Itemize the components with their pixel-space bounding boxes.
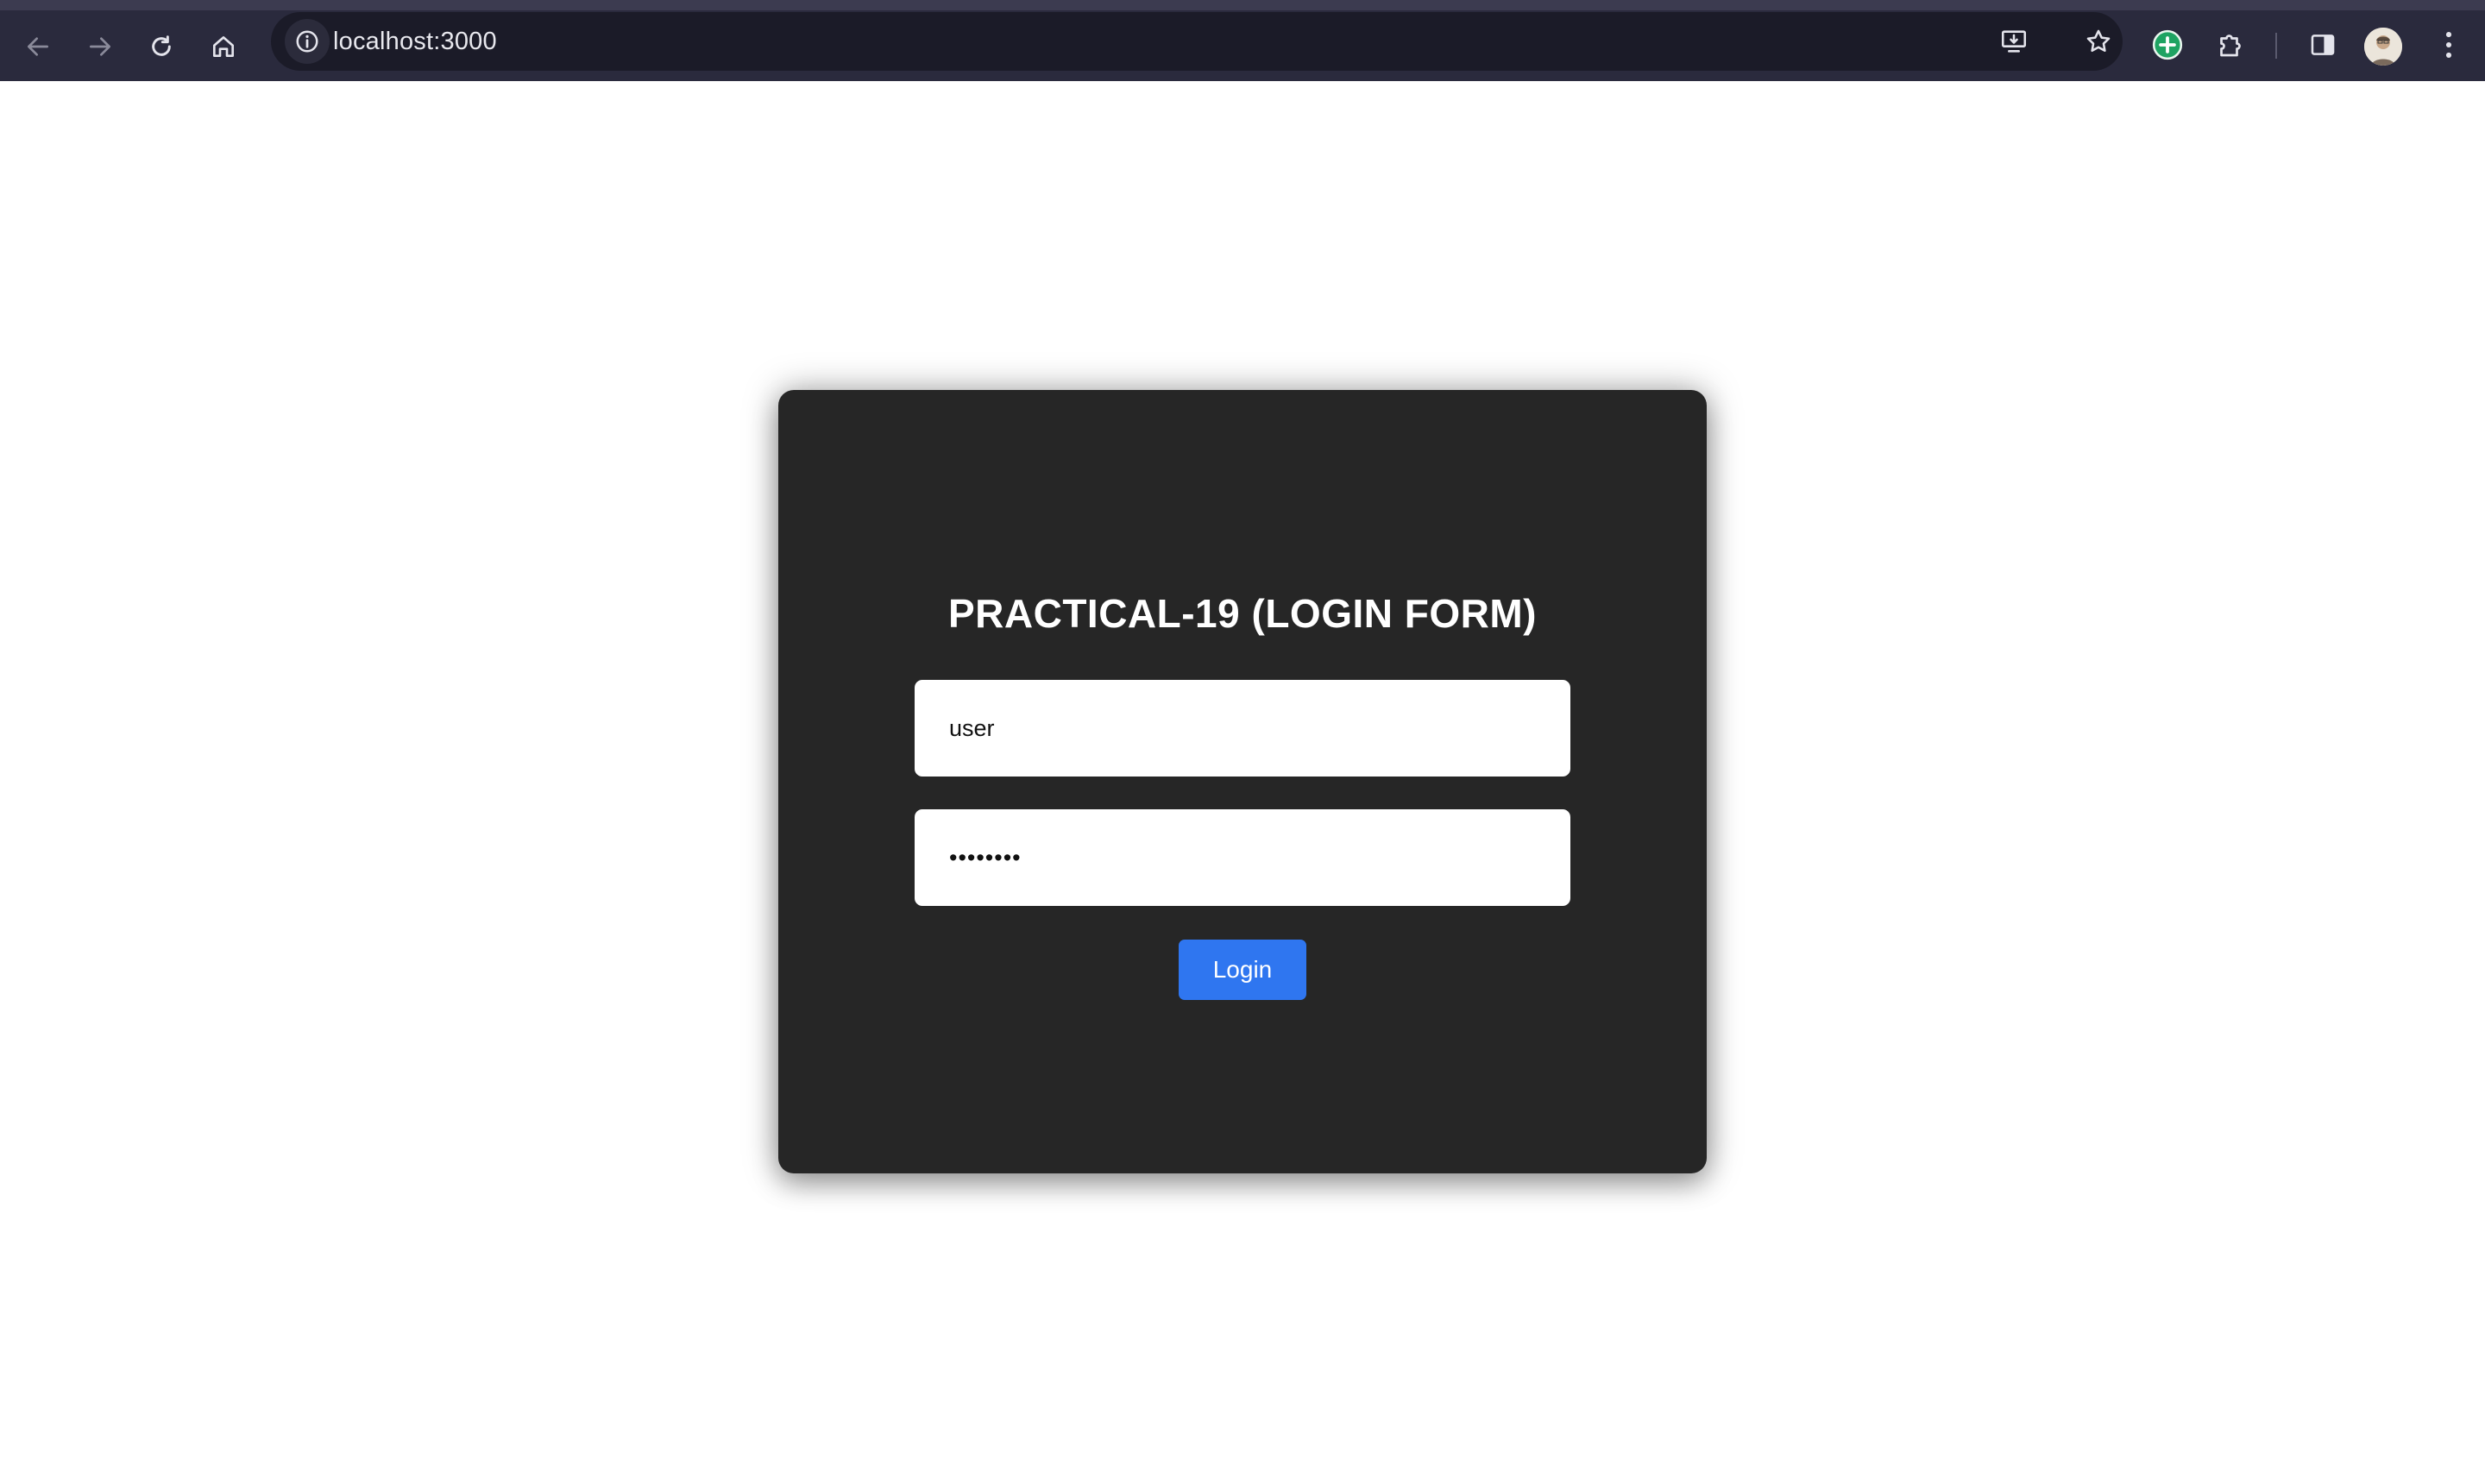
- back-button[interactable]: [12, 21, 64, 72]
- info-circle-icon: [294, 28, 320, 54]
- address-bar[interactable]: localhost:3000: [271, 12, 2123, 71]
- forward-button[interactable]: [74, 21, 126, 72]
- reload-button[interactable]: [135, 21, 187, 72]
- avatar-icon: [2364, 28, 2402, 66]
- browser-toolbar: localhost:3000: [0, 0, 2485, 81]
- bookmark-button[interactable]: [2078, 21, 2119, 62]
- browser-menu-button[interactable]: [2425, 21, 2473, 69]
- puzzle-icon: [2215, 29, 2246, 60]
- form-title: PRACTICAL-19 (LOGIN FORM): [947, 591, 1537, 636]
- site-info-button[interactable]: [285, 19, 330, 64]
- reload-icon: [148, 33, 175, 60]
- install-app-icon: [1999, 27, 2029, 56]
- login-card: PRACTICAL-19 (LOGIN FORM) Login: [778, 390, 1707, 1173]
- plus-circle-icon: [2151, 28, 2184, 61]
- side-panel-button[interactable]: [2299, 21, 2347, 69]
- arrow-left-icon: [24, 33, 52, 60]
- password-input[interactable]: [915, 809, 1570, 906]
- toolbar-divider: [2275, 33, 2277, 59]
- url-text[interactable]: localhost:3000: [333, 12, 497, 71]
- home-button[interactable]: [198, 21, 249, 72]
- extension-button[interactable]: [2143, 21, 2192, 69]
- install-app-button[interactable]: [1993, 21, 2035, 62]
- extensions-menu-button[interactable]: [2206, 21, 2255, 69]
- profile-button[interactable]: [2364, 28, 2402, 66]
- home-icon: [210, 33, 237, 60]
- username-input[interactable]: [915, 680, 1570, 777]
- kebab-menu-icon: [2444, 30, 2454, 60]
- login-button[interactable]: Login: [1179, 940, 1306, 1000]
- arrow-right-icon: [86, 33, 114, 60]
- star-icon: [2084, 27, 2113, 56]
- side-panel-icon: [2308, 30, 2337, 60]
